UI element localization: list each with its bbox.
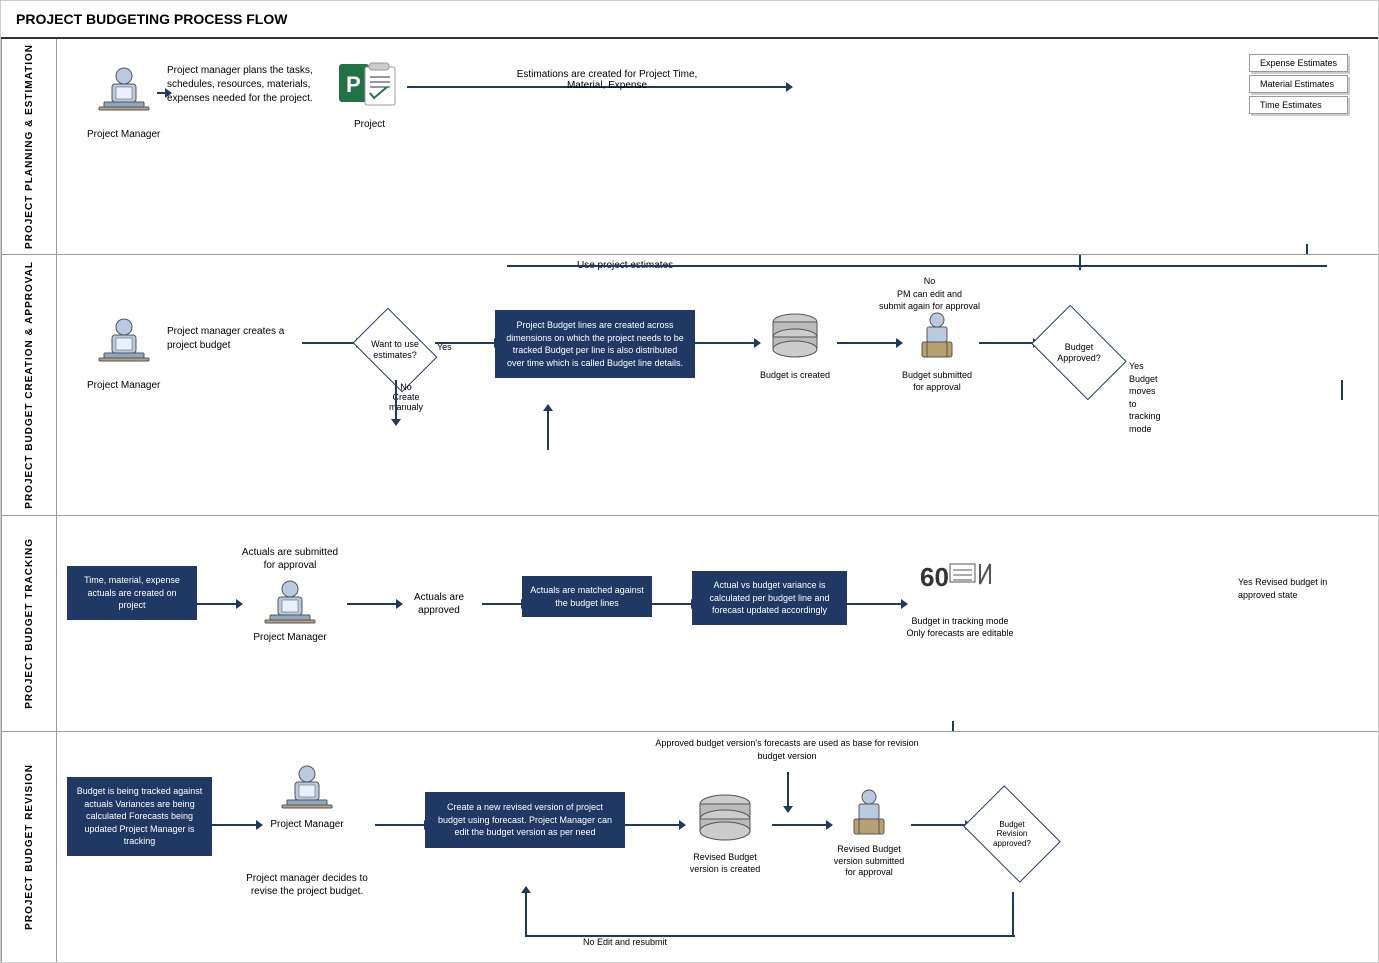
lane-creation: PROJECT BUDGET CREATION & APPROVAL Use p…: [2, 255, 1378, 516]
lane4-no-line: [525, 935, 1015, 937]
lane4-no-v-line: [1012, 892, 1014, 937]
svg-text:60: 60: [920, 562, 949, 592]
lane3-arrow1: [197, 603, 237, 605]
lane3-arrow-down: [952, 721, 954, 731]
lane1-desc: Project manager plans the tasks, schedul…: [167, 64, 327, 106]
lane1-project-label: Project: [337, 119, 402, 130]
lane4-no-resubmit-text: No Edit and resubmit: [525, 937, 725, 947]
lane3-tracking-label: Budget in tracking mode Only forecasts a…: [905, 616, 1015, 639]
lane4-tracking-box: Budget is being tracked against actuals …: [67, 777, 212, 856]
lane1-label-container: PROJECT PLANNING & ESTIMATION: [2, 39, 57, 254]
lane1-actor-label: Project Manager: [87, 129, 160, 140]
lane-tracking: PROJECT BUDGET TRACKING Time, material, …: [2, 516, 1378, 732]
lane4-label: PROJECT BUDGET REVISION: [24, 764, 35, 930]
lane2-budget-created-label: Budget is created: [755, 370, 835, 382]
lane3-label: PROJECT BUDGET TRACKING: [24, 538, 35, 709]
lane3-tracking-mode: 60 Budget in tracking mode Only forecast…: [905, 556, 1015, 639]
lane2-diamond: Want to use estimates? Yes NoCreate manu…: [355, 320, 435, 380]
lane3-revised-text: Yes Revised budget in approved state: [1238, 576, 1358, 601]
lane3-actor-label: Project Manager: [240, 632, 340, 643]
lane2-actor-label: Project Manager: [87, 380, 160, 391]
lane2-content: Use project estimates Project Manager: [57, 255, 1378, 515]
lane2-label: PROJECT BUDGET CREATION & APPROVAL: [24, 261, 35, 509]
lane4-decides-text: Project manager decides to revise the pr…: [242, 872, 372, 898]
lane4-arrow-top: [787, 772, 789, 807]
lane2-arrow5: [979, 342, 1034, 344]
lane2-arrow2: [435, 342, 495, 344]
lane1-arrow-down: [1306, 244, 1308, 254]
lane2-arrow3: [695, 342, 755, 344]
lane4-revised-submitted-label: Revised Budget version submitted for app…: [829, 844, 909, 879]
lane4-arrow5: [911, 824, 966, 826]
lane2-budget-submitted: Budget submitted for approval: [897, 310, 977, 393]
lane2-submitted-label: Budget submitted for approval: [897, 370, 977, 393]
lane4-revised-submitted: Revised Budget version submitted for app…: [829, 787, 909, 879]
lane2-yes-moves-text: YesBudget movesto tracking mode: [1129, 360, 1161, 436]
lane2-arrow-yes-down: [1341, 380, 1343, 400]
lane3-arrow4: [652, 603, 692, 605]
diagram-container: PROJECT BUDGETING PROCESS FLOW PROJECT P…: [0, 0, 1379, 963]
lane1-estimation-text: Estimations are created for Project Time…: [497, 69, 717, 91]
lane3-variance-box: Actual vs budget variance is calculated …: [692, 571, 847, 625]
lane-planning: PROJECT PLANNING & ESTIMATION Projec: [2, 39, 1378, 255]
lane1-actor: Project Manager: [87, 64, 160, 140]
lane2-arrow4: [837, 342, 897, 344]
lane4-forecasts-text: Approved budget version's forecasts are …: [647, 737, 927, 762]
lane2-arrow-no-up: [547, 410, 549, 450]
lane4-no-up-line: [525, 892, 527, 937]
lane4-label-container: PROJECT BUDGET REVISION: [2, 732, 57, 962]
lane3-approved-text: Actuals are approved: [399, 591, 479, 617]
lane1-docs: Expense Estimates Material Estimates Tim…: [1249, 54, 1348, 117]
doc-material: Material Estimates: [1249, 75, 1348, 93]
lane2-creates-text: Project manager creates a project budget: [167, 325, 297, 353]
lane3-arrow2: [347, 603, 397, 605]
lane4-arrow1: [212, 824, 257, 826]
lane4-revised-box: Create a new revised version of project …: [425, 792, 625, 848]
lane-revision: PROJECT BUDGET REVISION Budget is being …: [2, 732, 1378, 962]
lane2-top-line: [507, 265, 1327, 267]
lane3-actuals-box: Time, material, expense actuals are crea…: [67, 566, 197, 620]
lane4-arrow3: [625, 824, 680, 826]
lane1-arrow1: [157, 92, 166, 94]
lane2-budget-lines-box: Project Budget lines are created across …: [495, 310, 695, 378]
lane3-content: Time, material, expense actuals are crea…: [57, 516, 1378, 731]
lane3-label-container: PROJECT BUDGET TRACKING: [2, 516, 57, 731]
lane1-project-icon: P Project: [337, 59, 402, 130]
lane4-content: Budget is being tracked against actuals …: [57, 732, 1378, 962]
lane2-budget-created: Budget is created: [755, 310, 835, 382]
lane3-arrow5: [847, 603, 902, 605]
lane1-content: Project Manager Project manager plans th…: [57, 39, 1378, 254]
lane1-label: PROJECT PLANNING & ESTIMATION: [24, 44, 35, 249]
doc-expense: Expense Estimates: [1249, 54, 1348, 72]
lane2-arrow-no: [395, 380, 397, 420]
lane4-arrow2: [375, 824, 425, 826]
lane2-no-arrow-up: [1079, 255, 1081, 270]
swim-lanes: PROJECT PLANNING & ESTIMATION Projec: [1, 39, 1378, 962]
lane3-submitted: Actuals are submitted for approval Proje…: [240, 546, 340, 643]
lane2-actor: Project Manager: [87, 315, 160, 391]
diagram-title: PROJECT BUDGETING PROCESS FLOW: [1, 1, 1378, 39]
lane4-arrow4: [772, 824, 827, 826]
lane4-actor-label: Project Manager: [257, 819, 357, 830]
lane2-no-edit-text: NoPM can edit andsubmit again for approv…: [879, 275, 980, 313]
lane2-no-label: NoCreate manualy: [377, 382, 435, 412]
svg-text:P: P: [346, 72, 361, 97]
lane2-arrow1: [302, 342, 357, 344]
lane4-revised-created: Revised Budget version is created: [680, 792, 770, 875]
lane3-arrow3: [482, 603, 522, 605]
lane4-actor: Project Manager: [257, 762, 357, 830]
doc-time: Time Estimates: [1249, 96, 1348, 114]
lane2-approved-diamond: Budget Approved? NoPM can edit andsubmit…: [1034, 320, 1124, 385]
lane4-revised-created-label: Revised Budget version is created: [680, 852, 770, 875]
lane3-matched-box: Actuals are matched against the budget l…: [522, 576, 652, 617]
lane4-approved-diamond: Budget Revision approved?: [967, 800, 1057, 868]
lane2-label-container: PROJECT BUDGET CREATION & APPROVAL: [2, 255, 57, 515]
